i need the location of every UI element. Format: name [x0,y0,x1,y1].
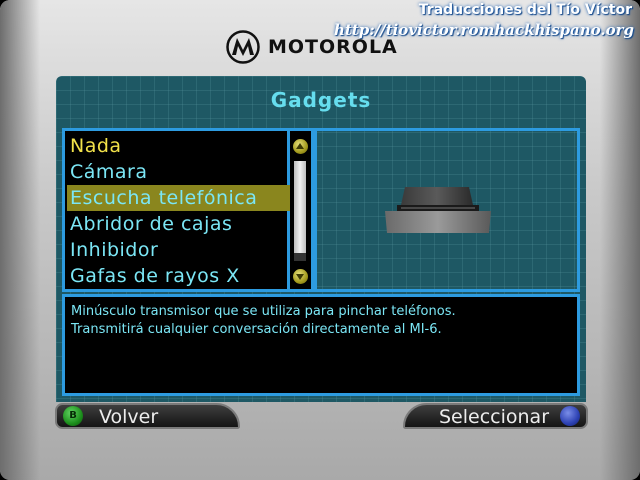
gadget-item-abridor[interactable]: Abridor de cajas [67,211,293,237]
gadget-item-gafas[interactable]: Gafas de rayos X [67,263,293,289]
blue-button-icon [560,406,580,426]
select-label: Seleccionar [439,406,550,428]
gadget-preview [314,128,580,292]
brand-name: MOTOROLA [268,36,398,58]
bezel-shade-left [0,0,40,480]
back-label: Volver [99,406,159,428]
scroll-down-icon[interactable] [293,269,308,284]
motorola-logo-icon [226,30,260,64]
screen-title: Gadgets [270,88,372,112]
gadget-description: Minúsculo transmisor que se utiliza para… [62,294,580,396]
game-screen: Gadgets Nada Cámara Escucha telefónica A… [56,76,586,402]
gadget-item-inhibidor[interactable]: Inhibidor [67,237,293,263]
gadget-item-nada[interactable]: Nada [67,133,293,159]
phone-bug-gadget-icon [385,187,491,233]
translation-credit: Traducciones del Tío Víctor [418,2,632,18]
scroll-up-icon[interactable] [293,139,308,154]
gadget-item-escucha[interactable]: Escucha telefónica [67,185,293,211]
scroll-track[interactable] [294,161,306,261]
description-line-2: Transmitirá cualquier conversación direc… [71,322,442,337]
bezel-shade-right [600,0,640,480]
green-b-button-icon: B [63,406,83,426]
select-button[interactable]: Seleccionar [403,403,588,429]
scroll-thumb[interactable] [294,161,306,253]
list-scrollbar[interactable] [290,128,314,292]
description-line-1: Minúsculo transmisor que se utiliza para… [71,304,456,319]
gadget-list: Nada Cámara Escucha telefónica Abridor d… [62,128,293,292]
back-button[interactable]: B Volver [55,403,240,429]
gadget-item-camara[interactable]: Cámara [67,159,293,185]
